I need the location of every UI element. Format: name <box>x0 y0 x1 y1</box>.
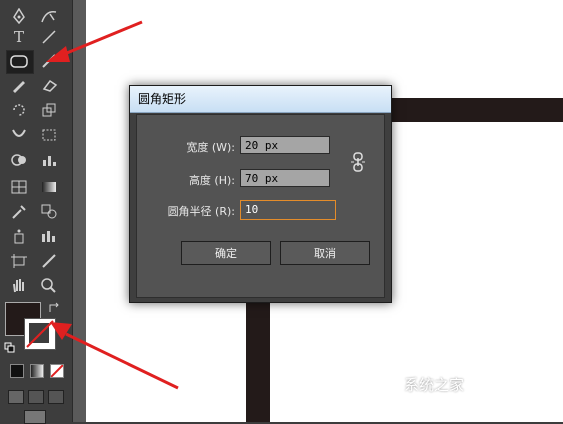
watermark-text: 系统之家 <box>404 376 465 394</box>
corner-radius-field[interactable]: 10 <box>240 200 336 220</box>
width-label: 宽度 (W): <box>186 141 235 154</box>
arrow-to-rounded-rect <box>46 20 143 62</box>
ok-button[interactable]: 确定 <box>181 241 271 265</box>
height-field[interactable]: 70 px <box>240 169 330 187</box>
cancel-button[interactable]: 取消 <box>280 241 370 265</box>
dialog-body: 宽度 (W): 20 px 高度 (H): 70 px 圆角半径 (R): 10… <box>136 114 385 298</box>
corner-radius-label: 圆角半径 (R): <box>167 205 235 218</box>
width-field[interactable]: 20 px <box>240 136 330 154</box>
dialog-title: 圆角矩形 <box>130 86 391 113</box>
height-label: 高度 (H): <box>188 174 235 187</box>
link-constrain-icon[interactable] <box>350 152 366 176</box>
rounded-rectangle-dialog: 圆角矩形 宽度 (W): 20 px 高度 (H): 70 px 圆角半径 (R… <box>129 85 392 303</box>
arrow-to-fill-swatch <box>50 322 179 390</box>
